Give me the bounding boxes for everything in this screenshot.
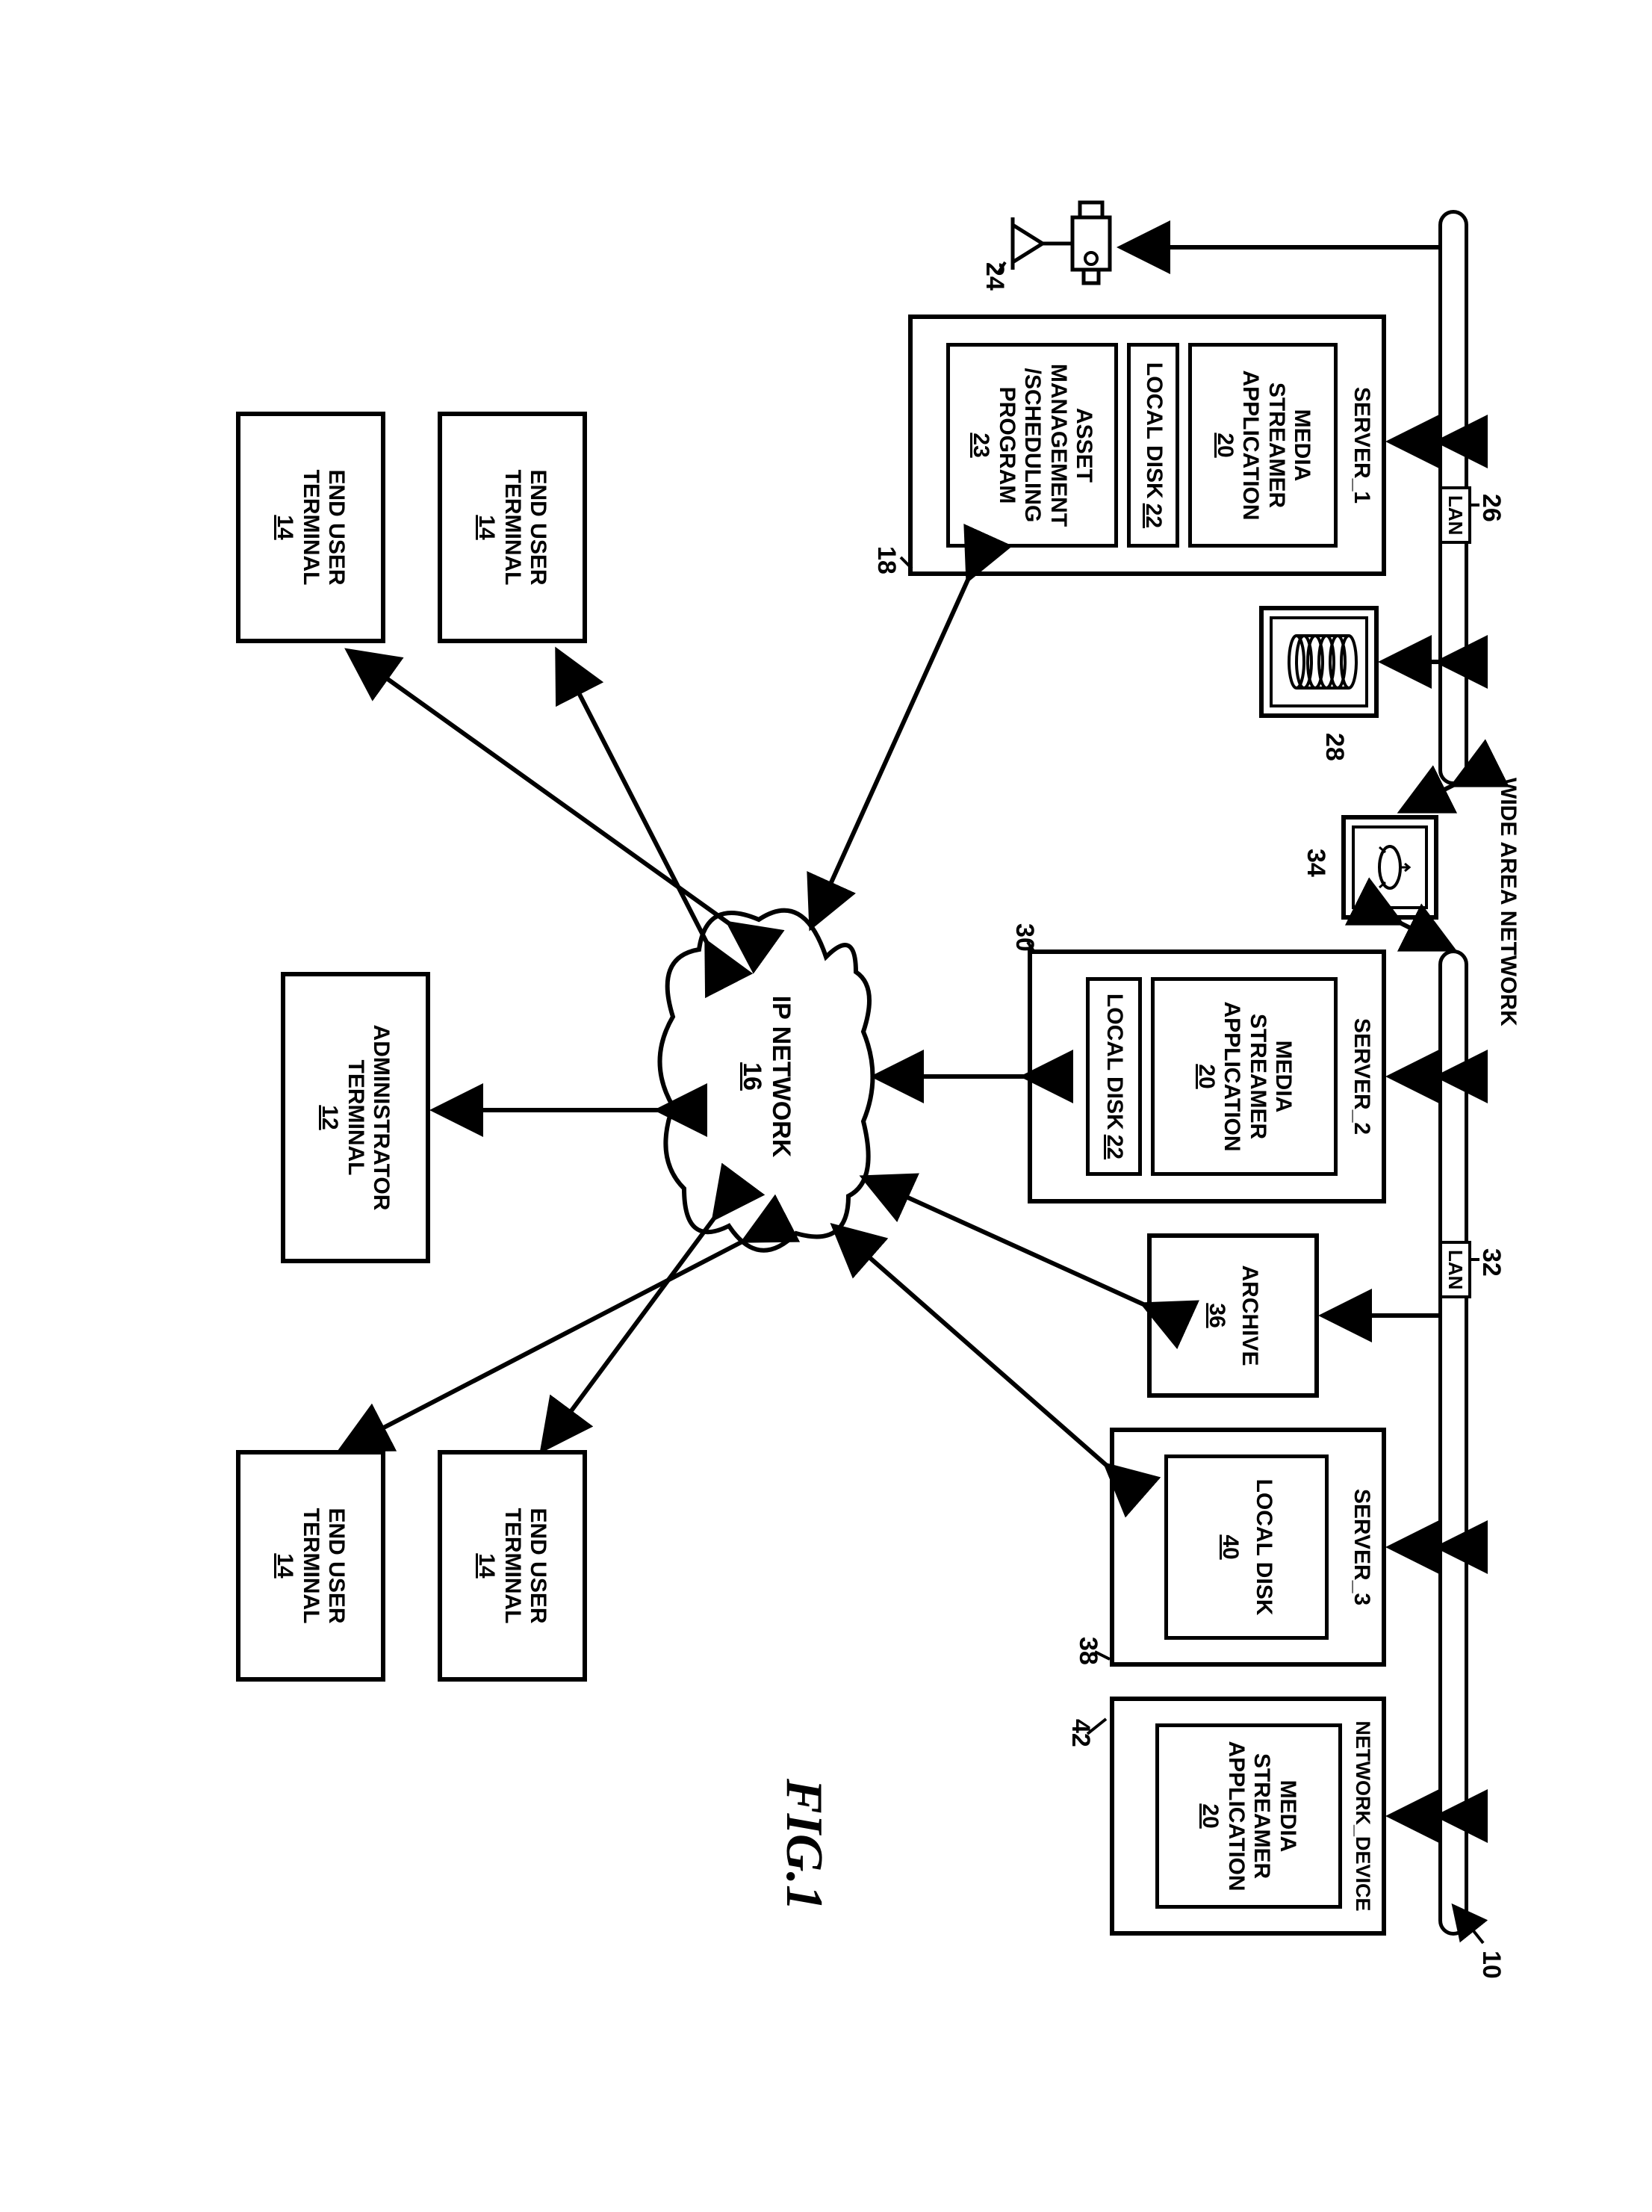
camera-icon xyxy=(1005,195,1117,292)
ip-network-label: IP NETWORK xyxy=(766,995,795,1157)
network-device-title: NETWORK_DEVICE xyxy=(1351,1720,1374,1911)
server-1-media-app: MEDIA STREAMER APPLICATION 20 xyxy=(1189,343,1338,548)
disk-stack-ref: 28 xyxy=(1320,733,1349,761)
archive-box: ARCHIVE 36 xyxy=(1147,1233,1319,1398)
network-device-ref: 42 xyxy=(1066,1719,1095,1747)
network-device-media-app: MEDIA STREAMER APPLICATION 20 xyxy=(1155,1723,1342,1908)
lan1-ref: 26 xyxy=(1476,494,1506,522)
end-user-terminal-2: END USER TERMINAL 14 xyxy=(236,412,385,643)
system-ref: 10 xyxy=(1476,1951,1506,1979)
lan-tag-1: LAN xyxy=(1439,486,1471,544)
end-user-terminal-1: END USER TERMINAL 14 xyxy=(438,412,587,643)
ip-network-num: 16 xyxy=(737,1062,766,1091)
ip-network-cloud: IP NETWORK 16 xyxy=(647,882,886,1271)
server-1-asset-mgmt: ASSET MANAGEMENT /SCHEDULING PROGRAM 23 xyxy=(947,343,1119,548)
server-1-local-disk: LOCAL DISK 22 xyxy=(1128,343,1180,548)
server-2-title: SERVER_2 xyxy=(1349,1017,1375,1134)
lan2-ref: 32 xyxy=(1476,1248,1506,1277)
wan-label: WIDE AREA NETWORK xyxy=(1495,778,1521,1026)
server-1-title: SERVER_1 xyxy=(1349,386,1375,503)
router-icon xyxy=(1341,815,1438,920)
network-device-box: NETWORK_DEVICE MEDIA STREAMER APPLICATIO… xyxy=(1110,1697,1386,1936)
server-2-ref: 30 xyxy=(1010,923,1039,952)
server-3-local-disk: LOCAL DISK 40 xyxy=(1165,1454,1329,1639)
network-diagram: WIDE AREA NETWORK 10 LAN 26 LAN 32 34 24 xyxy=(117,135,1535,2078)
admin-terminal: ADMINISTRATOR TERMINAL 12 xyxy=(281,972,430,1263)
server-2-local-disk: LOCAL DISK 22 xyxy=(1087,977,1143,1175)
server-1-ref: 18 xyxy=(872,546,901,574)
lan-tag-2: LAN xyxy=(1439,1241,1471,1298)
lan-bus-2 xyxy=(1438,949,1468,1936)
server-3-ref: 38 xyxy=(1073,1637,1102,1665)
figure-label: FIG.1 xyxy=(774,1779,833,1911)
server-3-box: SERVER_3 LOCAL DISK 40 xyxy=(1110,1428,1386,1667)
server-2-box: SERVER_2 MEDIA STREAMER APPLICATION 20 L… xyxy=(1028,949,1386,1203)
disk-stack-icon xyxy=(1259,606,1379,718)
server-2-media-app: MEDIA STREAMER APPLICATION 20 xyxy=(1152,977,1338,1175)
end-user-terminal-3: END USER TERMINAL 14 xyxy=(438,1450,587,1682)
end-user-terminal-4: END USER TERMINAL 14 xyxy=(236,1450,385,1682)
camera-ref: 24 xyxy=(980,262,1009,291)
server-3-title: SERVER_3 xyxy=(1349,1488,1375,1605)
router-ref: 34 xyxy=(1301,849,1330,877)
server-1-box: SERVER_1 MEDIA STREAMER APPLICATION 20 L… xyxy=(908,315,1386,576)
